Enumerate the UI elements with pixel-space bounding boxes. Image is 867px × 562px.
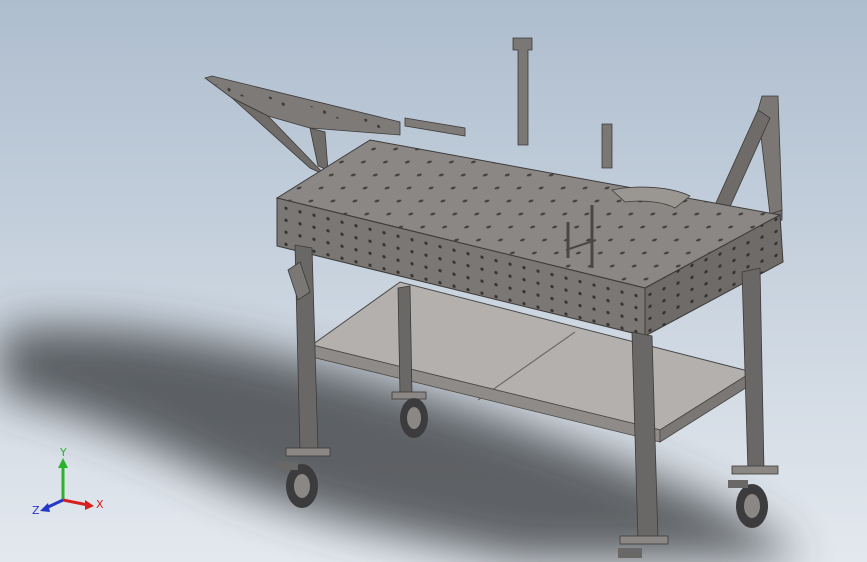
coordinate-triad[interactable]: Y X Z [30,442,110,522]
3d-viewport[interactable]: Y X Z [0,0,867,562]
z-axis-arrow [40,498,64,512]
welding-table-model[interactable] [0,0,867,562]
x-axis-label: X [96,498,104,511]
y-axis-arrow [58,458,68,500]
y-axis-label: Y [59,446,67,459]
z-axis-label: Z [32,504,40,517]
rear-posts [404,37,613,169]
x-axis-arrow [62,498,94,510]
